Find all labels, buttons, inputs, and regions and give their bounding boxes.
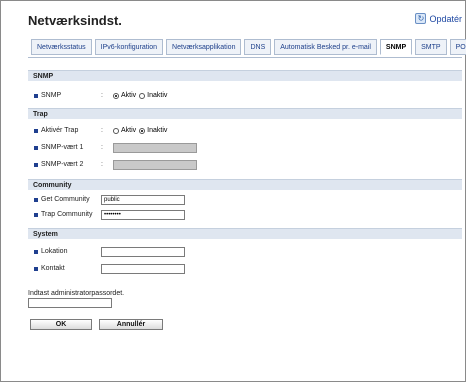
contact-row: Kontakt (28, 260, 462, 277)
system-section: System Lokation Kontakt (28, 228, 462, 277)
location-label: Lokation (41, 248, 68, 255)
tab-network-application[interactable]: Netværksapplikation (166, 39, 242, 55)
refresh-icon: ↻ (415, 13, 427, 24)
trap-community-label: Trap Community (41, 211, 93, 218)
refresh-button[interactable]: ↻ Opdatér (415, 13, 462, 24)
page-title: Netværksindst. (28, 13, 122, 28)
admin-password-field[interactable] (28, 298, 112, 308)
section-heading-snmp: SNMP (28, 70, 462, 81)
snmp-host1-label: SNMP-vært 1 (41, 144, 84, 151)
radio-unselected-icon (113, 127, 119, 134)
tab-ipv6[interactable]: IPv6-konfiguration (94, 39, 164, 55)
location-row: Lokation (28, 243, 462, 260)
bullet-icon (34, 93, 38, 98)
activate-trap-row: Aktivér Trap : Aktiv Inaktiv (28, 122, 462, 139)
admin-password-label: Indtast administratorpassordet. (28, 290, 125, 297)
snmp-host2-field[interactable] (113, 159, 197, 170)
refresh-label: Opdatér (429, 13, 462, 24)
snmp-label: SNMP (41, 92, 62, 99)
radio-selected-icon (139, 127, 146, 134)
tab-snmp[interactable]: SNMP (379, 39, 413, 55)
cancel-button[interactable]: Annullér (99, 319, 163, 330)
tab-dns[interactable]: DNS (244, 39, 272, 55)
snmp-inactive-radio[interactable]: Inaktiv (139, 92, 167, 99)
radio-selected-icon (113, 92, 119, 99)
location-field[interactable] (101, 246, 185, 257)
trap-community-row: Trap Community •••••••• (28, 206, 462, 223)
tab-pop3[interactable]: POP3 (449, 39, 466, 55)
trap-community-field[interactable]: •••••••• (101, 209, 185, 220)
snmp-host2-label: SNMP-vært 2 (41, 161, 84, 168)
tab-network-status[interactable]: Netværksstatus (31, 39, 92, 55)
snmp-active-radio[interactable]: Aktiv (113, 92, 136, 99)
bullet-icon (34, 249, 38, 254)
get-community-field[interactable]: public (101, 194, 185, 205)
bullet-icon (34, 162, 38, 167)
snmp-row: SNMP : Aktiv Inaktiv (28, 87, 462, 104)
bullet-icon (34, 145, 38, 150)
radio-unselected-icon (139, 92, 146, 99)
snmp-host1-row: SNMP-vært 1 : (28, 139, 462, 156)
bullet-icon (34, 212, 38, 217)
section-heading-trap: Trap (28, 108, 462, 119)
section-heading-community: Community (28, 179, 462, 190)
snmp-host1-field[interactable] (113, 142, 197, 153)
tab-bar: Netværksstatus IPv6-konfiguration Netvær… (31, 39, 466, 57)
section-heading-system: System (28, 228, 462, 239)
tab-auto-email[interactable]: Automatisk Besked pr. e-mail (274, 39, 377, 55)
trap-active-radio[interactable]: Aktiv (113, 127, 136, 134)
community-section: Community Get Community public Trap Comm… (28, 179, 462, 223)
get-community-label: Get Community (41, 196, 90, 203)
bullet-icon (34, 266, 38, 271)
contact-field[interactable] (101, 263, 185, 274)
bullet-icon (34, 128, 38, 133)
tab-underline (28, 57, 462, 58)
snmp-host2-row: SNMP-vært 2 : (28, 156, 462, 173)
activate-trap-label: Aktivér Trap (41, 127, 79, 134)
trap-inactive-radio[interactable]: Inaktiv (139, 127, 167, 134)
tab-smtp[interactable]: SMTP (415, 39, 447, 55)
contact-label: Kontakt (41, 265, 65, 272)
snmp-section: SNMP SNMP : Aktiv Inaktiv (28, 70, 462, 104)
trap-section: Trap Aktivér Trap : Aktiv Inaktiv SNMP-v… (28, 108, 462, 173)
ok-button[interactable]: OK (30, 319, 92, 330)
bullet-icon (34, 197, 38, 202)
